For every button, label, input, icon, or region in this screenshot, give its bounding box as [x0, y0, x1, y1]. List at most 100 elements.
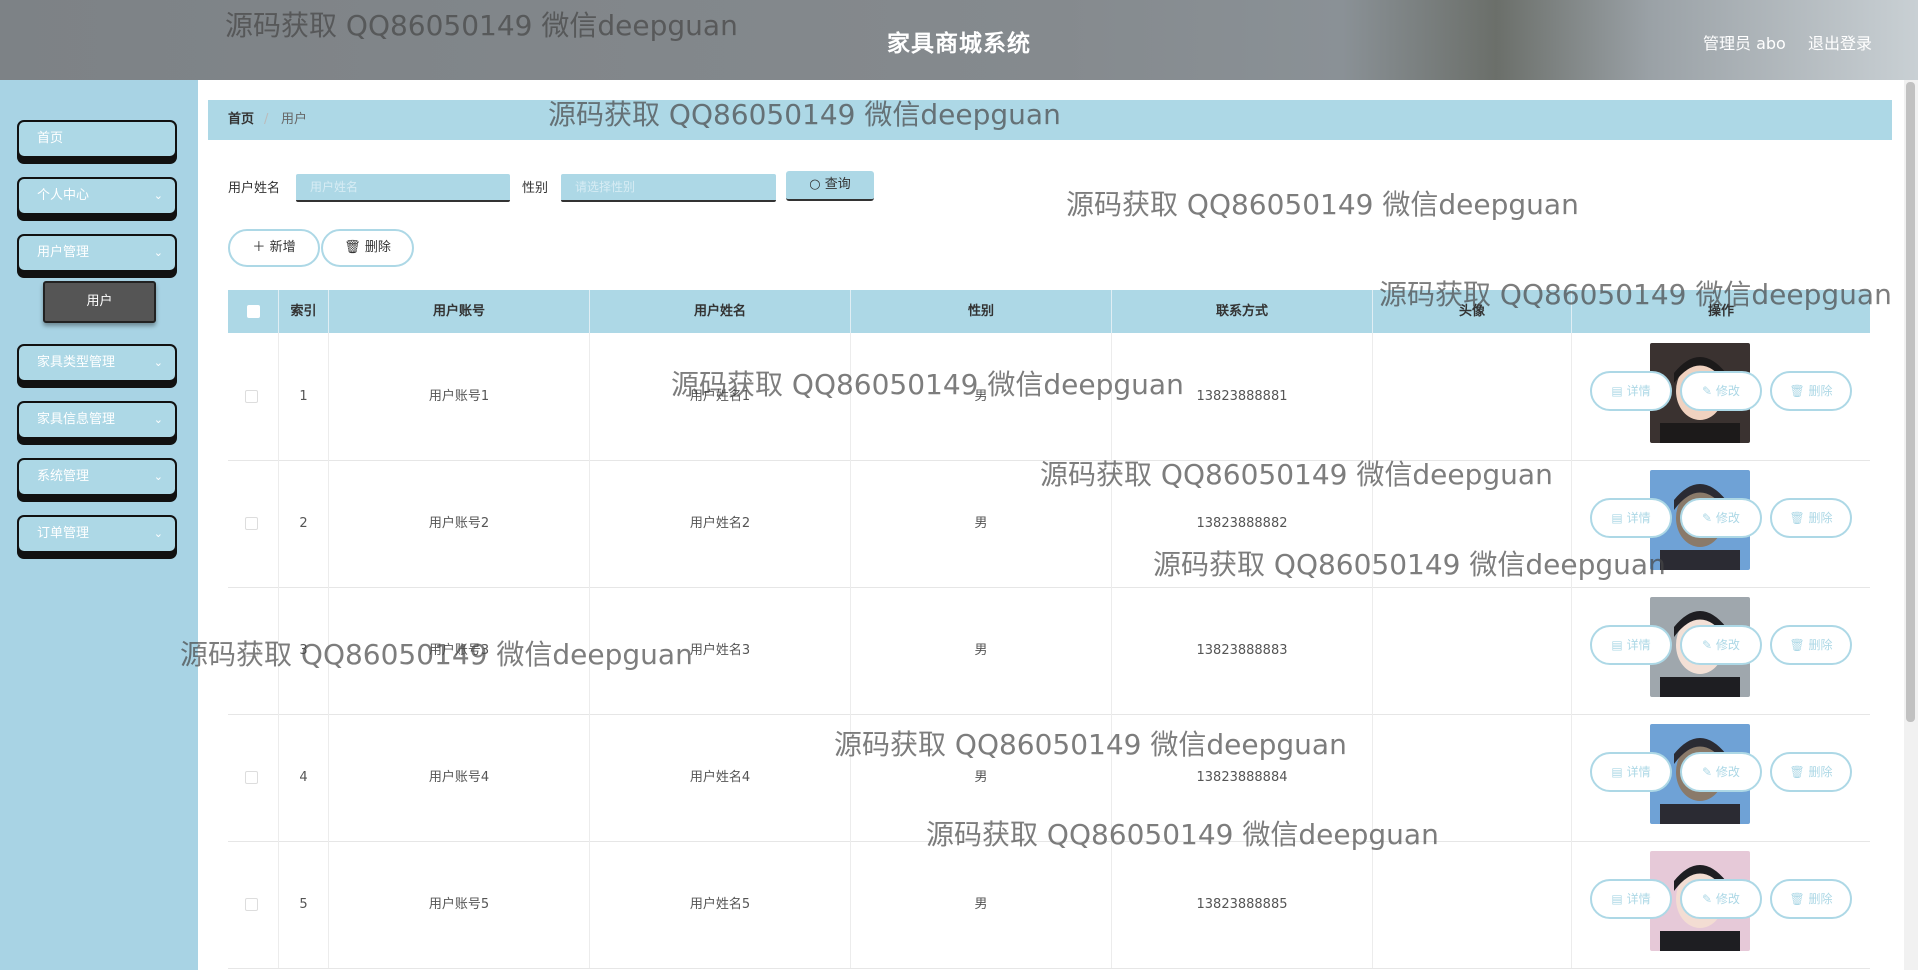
cell-name: 用户姓名5 [590, 841, 851, 968]
avatar-cell [1373, 333, 1572, 460]
sidebar-item-label: 订单管理 [37, 526, 90, 541]
search-icon: ○ [809, 177, 821, 192]
pencil-icon: ✎ [1702, 384, 1716, 398]
watermark: 源码获取 QQ86050149 微信deepguan [1040, 458, 1553, 491]
watermark: 源码获取 QQ86050149 微信deepguan [1066, 188, 1579, 221]
column-header: 联系方式 [1112, 290, 1373, 333]
breadcrumb-current: 用户 [281, 112, 308, 127]
delete-button-label: 删除 [1808, 638, 1833, 652]
sidebar-item-label: 系统管理 [37, 469, 90, 484]
watermark: 源码获取 QQ86050149 微信deepguan [548, 98, 1061, 131]
sidebar-item-system[interactable]: 系统管理 ⌄ [17, 458, 177, 496]
gender-search-input[interactable]: 请选择性别 [561, 174, 776, 202]
delete-button[interactable]: 🗑 删除 [1770, 371, 1852, 411]
chevron-down-icon: ⌄ [153, 527, 163, 540]
add-button[interactable]: ＋ 新增 [228, 229, 320, 267]
table-row: 5 用户账号5 用户姓名5 男 13823888885 ▤ 详情 ✎ 修改 🗑 删除 [228, 841, 1870, 969]
cell-account: 用户账号2 [329, 460, 590, 587]
delete-button-label: 删除 [1808, 765, 1833, 779]
delete-button-label: 删除 [1808, 892, 1833, 906]
admin-user-label: 管理员 abo [1703, 34, 1786, 53]
name-search-input[interactable]: 用户姓名 [296, 174, 510, 202]
breadcrumb-home[interactable]: 首页 [228, 100, 254, 140]
edit-button[interactable]: ✎ 修改 [1680, 752, 1762, 792]
edit-button[interactable]: ✎ 修改 [1680, 879, 1762, 919]
sidebar-item-orders[interactable]: 订单管理 ⌄ [17, 515, 177, 553]
detail-button[interactable]: ▤ 详情 [1590, 752, 1672, 792]
gender-search-label: 性别 [522, 181, 549, 196]
column-header: 用户姓名 [590, 290, 851, 333]
scrollbar-thumb[interactable] [1906, 82, 1915, 722]
sidebar-item-home[interactable]: 首页 [17, 120, 177, 158]
edit-button-label: 修改 [1715, 384, 1740, 398]
trash-icon: 🗑 [1789, 765, 1809, 779]
select-cell [228, 460, 279, 587]
document-icon: ▤ [1611, 892, 1627, 906]
sidebar-item-furniture-type[interactable]: 家具类型管理 ⌄ [17, 344, 177, 382]
chevron-down-icon: ⌄ [153, 413, 163, 426]
delete-button[interactable]: 🗑 删除 [1770, 879, 1852, 919]
sidebar-item-label: 个人中心 [37, 188, 90, 203]
batch-delete-button[interactable]: 🗑 删除 [321, 229, 414, 267]
delete-button-label: 删除 [1808, 384, 1833, 398]
select-all-checkbox[interactable] [247, 305, 260, 318]
edit-button[interactable]: ✎ 修改 [1680, 625, 1762, 665]
pencil-icon: ✎ [1702, 892, 1716, 906]
pencil-icon: ✎ [1702, 765, 1716, 779]
select-all-cell [228, 290, 279, 333]
query-button[interactable]: ○ 查询 [786, 171, 874, 201]
detail-button-label: 详情 [1626, 638, 1651, 652]
sidebar-item-user-management[interactable]: 用户管理 ⌄ [17, 234, 177, 272]
sidebar-subitem-user[interactable]: 用户 [43, 281, 156, 323]
cell-name: 用户姓名4 [590, 714, 851, 841]
chevron-down-icon: ⌄ [153, 470, 163, 483]
delete-button[interactable]: 🗑 删除 [1770, 752, 1852, 792]
cell-phone: 13823888885 [1112, 841, 1373, 968]
detail-button[interactable]: ▤ 详情 [1590, 625, 1672, 665]
watermark: 源码获取 QQ86050149 微信deepguan [1379, 278, 1892, 311]
sidebar-item-label: 家具信息管理 [37, 412, 116, 427]
watermark: 源码获取 QQ86050149 微信deepguan [1153, 548, 1666, 581]
sidebar-item-label: 家具类型管理 [37, 355, 116, 370]
edit-button[interactable]: ✎ 修改 [1680, 371, 1762, 411]
sidebar-item-furniture-info[interactable]: 家具信息管理 ⌄ [17, 401, 177, 439]
document-icon: ▤ [1611, 638, 1627, 652]
edit-button[interactable]: ✎ 修改 [1680, 498, 1762, 538]
delete-button-label: 删除 [1808, 511, 1833, 525]
column-header: 性别 [851, 290, 1112, 333]
delete-button[interactable]: 🗑 删除 [1770, 625, 1852, 665]
document-icon: ▤ [1611, 384, 1627, 398]
detail-button-label: 详情 [1626, 765, 1651, 779]
input-placeholder: 请选择性别 [575, 180, 636, 194]
sidebar-item-label: 用户管理 [37, 245, 90, 260]
chevron-down-icon: ⌄ [153, 246, 163, 259]
watermark: 源码获取 QQ86050149 微信deepguan [926, 818, 1439, 851]
chevron-down-icon: ⌄ [153, 189, 163, 202]
cell-gender: 男 [851, 841, 1112, 968]
detail-button[interactable]: ▤ 详情 [1590, 498, 1672, 538]
cell-account: 用户账号1 [329, 333, 590, 460]
avatar-cell [1373, 841, 1572, 968]
query-button-label: 查询 [824, 177, 851, 192]
add-button-label: 新增 [269, 240, 296, 255]
chevron-down-icon: ⌄ [153, 356, 163, 369]
trash-icon: 🗑 [1789, 892, 1809, 906]
input-placeholder: 用户姓名 [310, 180, 359, 194]
watermark: 源码获取 QQ86050149 微信deepguan [671, 368, 1184, 401]
select-cell [228, 841, 279, 968]
detail-button[interactable]: ▤ 详情 [1590, 879, 1672, 919]
detail-button[interactable]: ▤ 详情 [1590, 371, 1672, 411]
sidebar-item-personal-center[interactable]: 个人中心 ⌄ [17, 177, 177, 215]
pencil-icon: ✎ [1702, 511, 1716, 525]
delete-button[interactable]: 🗑 删除 [1770, 498, 1852, 538]
sidebar-item-label: 首页 [37, 131, 64, 146]
cell-index: 5 [279, 841, 329, 968]
edit-button-label: 修改 [1715, 511, 1740, 525]
watermark: 源码获取 QQ86050149 微信deepguan [834, 728, 1347, 761]
cell-account: 用户账号5 [329, 841, 590, 968]
sidebar: 首页 个人中心 ⌄ 用户管理 ⌄ 用户 家具类型管理 ⌄ 家具信息管理 ⌄ 系统… [0, 80, 198, 970]
detail-button-label: 详情 [1626, 384, 1651, 398]
trash-icon: 🗑 [1789, 511, 1809, 525]
logout-link[interactable]: 退出登录 [1808, 30, 1872, 54]
cell-phone: 13823888883 [1112, 587, 1373, 714]
